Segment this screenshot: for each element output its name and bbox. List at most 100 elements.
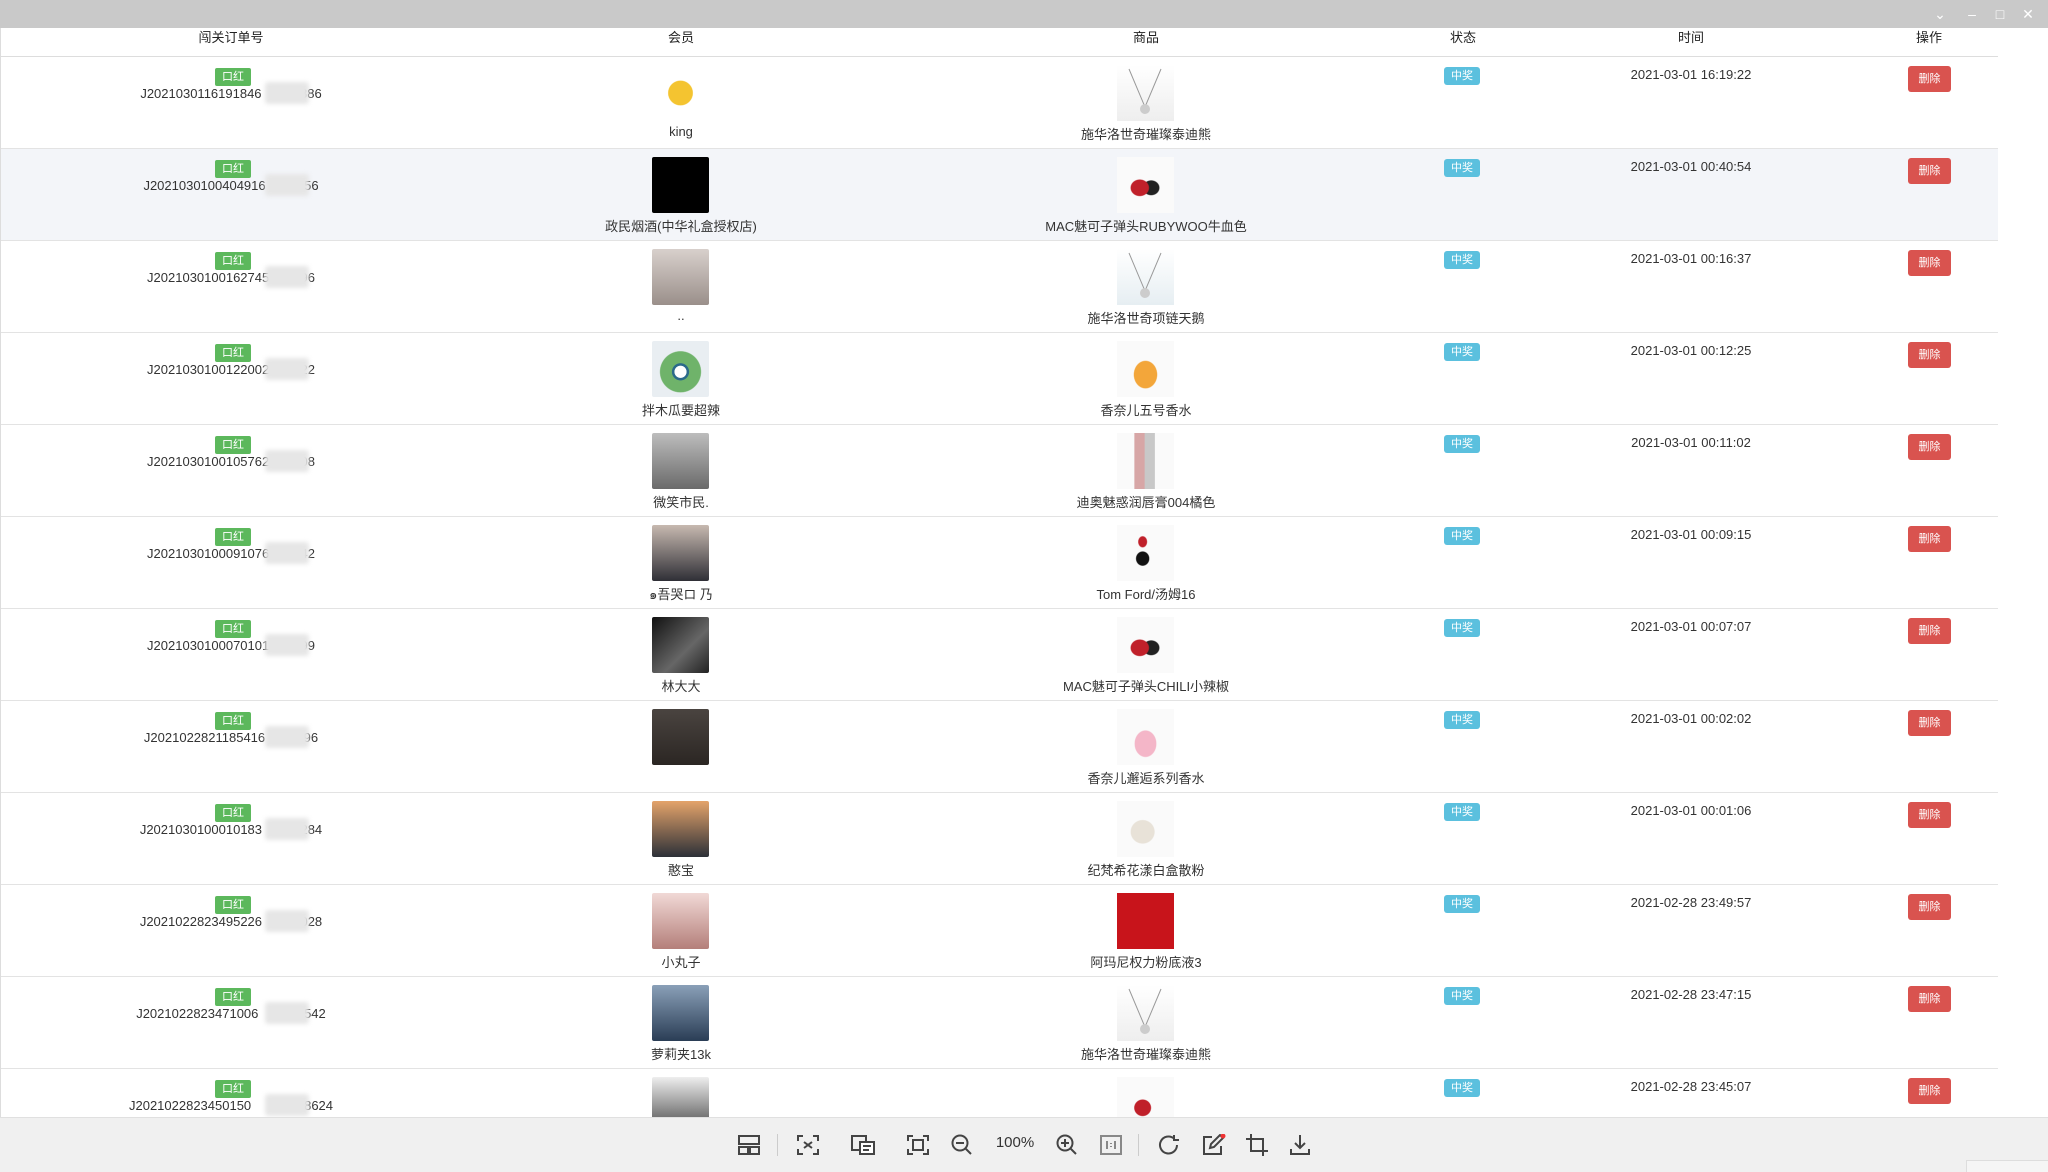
- table-row: 口红J2021030100091076342 ๑吾哭ロ 乃 Tom Ford/汤姆1…: [1, 517, 1999, 609]
- download-icon[interactable]: [1284, 1130, 1316, 1160]
- product-image[interactable]: [1117, 893, 1174, 949]
- avatar[interactable]: [652, 617, 709, 673]
- delete-button[interactable]: 删除: [1908, 250, 1951, 276]
- redaction-mask: [265, 542, 309, 564]
- delete-button[interactable]: 删除: [1908, 342, 1951, 368]
- zoom-out-icon[interactable]: [946, 1130, 978, 1160]
- redaction-mask: [265, 266, 309, 288]
- delete-button[interactable]: 删除: [1908, 802, 1951, 828]
- redaction-mask: [265, 450, 309, 472]
- table-row: 口红J2021030100122002222 拌木瓜要超辣 香奈儿五号香水 中奖 202…: [1, 333, 1999, 425]
- order-number: J2021030100162745796: [147, 270, 315, 285]
- product-image[interactable]: [1117, 525, 1174, 581]
- corner-widget: [1966, 1160, 2048, 1172]
- avatar[interactable]: [652, 1077, 709, 1118]
- zoom-in-icon[interactable]: [1051, 1130, 1083, 1160]
- order-number: J2021022823471006216542: [136, 1006, 326, 1021]
- product-image[interactable]: [1117, 709, 1174, 765]
- avatar[interactable]: [652, 801, 709, 857]
- category-badge: 口红: [215, 988, 251, 1006]
- window-titlebar: ⌄ – □ ✕: [0, 0, 2048, 28]
- col-action[interactable]: 操作: [1879, 28, 1979, 56]
- layout-icon[interactable]: [733, 1130, 765, 1160]
- product-name: 阿玛尼权力粉底液3: [1090, 955, 1202, 970]
- product-image[interactable]: [1117, 341, 1174, 397]
- crop-icon[interactable]: [1241, 1130, 1273, 1160]
- redaction-mask: [265, 910, 309, 932]
- product-name: 香奈儿邂逅系列香水: [1087, 771, 1205, 786]
- avatar[interactable]: [652, 433, 709, 489]
- rotate-icon[interactable]: [1153, 1130, 1185, 1160]
- category-badge: 口红: [215, 896, 251, 914]
- product-name: 施华洛世奇璀璨泰迪熊: [1080, 127, 1211, 142]
- col-time[interactable]: 时间: [1641, 28, 1741, 56]
- delete-button[interactable]: 删除: [1908, 1078, 1951, 1104]
- avatar[interactable]: [652, 157, 709, 213]
- scrollbar[interactable]: [1998, 28, 2048, 1118]
- delete-button[interactable]: 删除: [1908, 526, 1951, 552]
- col-member[interactable]: 会员: [581, 28, 781, 56]
- product-name: 香奈儿五号香水: [1100, 403, 1192, 418]
- avatar[interactable]: [652, 893, 709, 949]
- status-badge: 中奖: [1444, 159, 1480, 177]
- avatar[interactable]: [652, 65, 709, 121]
- one-to-one-icon[interactable]: [1095, 1130, 1127, 1160]
- actual-size-icon[interactable]: [902, 1130, 934, 1160]
- delete-button[interactable]: 删除: [1908, 618, 1951, 644]
- product-image[interactable]: [1117, 433, 1174, 489]
- avatar[interactable]: [652, 709, 709, 765]
- minimize-icon[interactable]: –: [1960, 4, 1984, 24]
- delete-button[interactable]: 删除: [1908, 158, 1951, 184]
- delete-button[interactable]: 删除: [1908, 986, 1951, 1012]
- product-image[interactable]: [1117, 157, 1174, 213]
- avatar[interactable]: [652, 341, 709, 397]
- category-badge: 口红: [215, 436, 251, 454]
- order-number: J20210228211854162596: [143, 730, 318, 745]
- product-image[interactable]: [1117, 617, 1174, 673]
- redaction-mask: [265, 634, 309, 656]
- product-image[interactable]: [1117, 985, 1174, 1041]
- product-image[interactable]: [1117, 1077, 1174, 1118]
- product-image[interactable]: [1117, 65, 1174, 121]
- col-product[interactable]: 商品: [1046, 28, 1246, 56]
- member-name: ๑吾哭ロ 乃: [649, 587, 713, 602]
- product-name: 施华洛世奇璀璨泰迪熊: [1080, 1047, 1211, 1062]
- category-badge: 口红: [215, 252, 251, 270]
- col-status[interactable]: 状态: [1413, 28, 1513, 56]
- delete-button[interactable]: 删除: [1908, 710, 1951, 736]
- avatar[interactable]: [652, 985, 709, 1041]
- order-number: J2021030100105762508: [147, 454, 315, 469]
- delete-button[interactable]: 删除: [1908, 434, 1951, 460]
- edit-icon[interactable]: [1198, 1130, 1230, 1160]
- avatar[interactable]: [652, 249, 709, 305]
- order-time: 2021-03-01 00:11:02: [1631, 435, 1751, 450]
- category-badge: 口红: [215, 1080, 251, 1098]
- avatar[interactable]: [652, 525, 709, 581]
- member-name: 林大大: [661, 679, 701, 694]
- collapse-icon[interactable]: ⌄: [1928, 4, 1952, 24]
- close-icon[interactable]: ✕: [2016, 4, 2040, 24]
- order-time: 2021-03-01 00:16:37: [1630, 251, 1752, 266]
- status-badge: 中奖: [1444, 987, 1480, 1005]
- product-image[interactable]: [1117, 249, 1174, 305]
- table-row: 口红J20210301004049164356 政民烟酒(中华礼盒授权店) MAC魅…: [1, 149, 1999, 241]
- member-name: 小丸子: [661, 955, 701, 970]
- product-image[interactable]: [1117, 801, 1174, 857]
- delete-button[interactable]: 删除: [1908, 66, 1951, 92]
- product-name: 施华洛世奇项链天鹅: [1087, 311, 1205, 326]
- order-time: 2021-03-01 00:09:15: [1630, 527, 1752, 542]
- ocr-icon[interactable]: [847, 1130, 879, 1160]
- col-order[interactable]: 闯关订单号: [131, 28, 331, 56]
- table-row: 口红J202103011619184656886 king 施华洛世奇璀璨泰迪熊 中奖…: [1, 57, 1999, 149]
- order-time: 2021-03-01 00:02:02: [1630, 711, 1752, 726]
- delete-button[interactable]: 删除: [1908, 894, 1951, 920]
- order-time: 2021-03-01 00:07:07: [1630, 619, 1752, 634]
- table-row: 口红J2021030100070101899 林大大 MAC魅可子弹头CHILI小辣…: [1, 609, 1999, 701]
- fit-screen-icon[interactable]: [792, 1130, 824, 1160]
- status-badge: 中奖: [1444, 435, 1480, 453]
- member-name: ..: [677, 308, 685, 323]
- maximize-icon[interactable]: □: [1988, 4, 2012, 24]
- order-time: 2021-02-28 23:45:07: [1630, 1079, 1752, 1094]
- member-name: 拌木瓜要超辣: [641, 403, 720, 418]
- redaction-mask: [265, 1002, 309, 1024]
